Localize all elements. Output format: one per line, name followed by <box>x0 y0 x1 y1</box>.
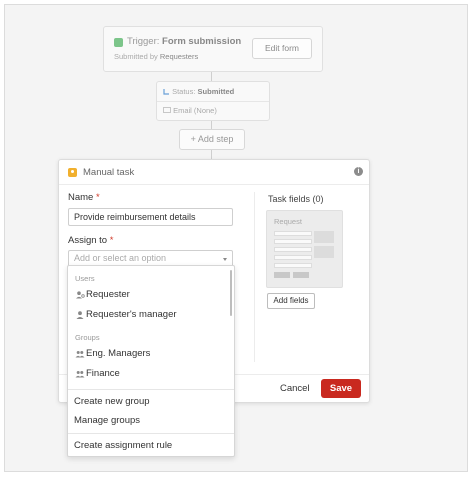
task-fields-title: Task fields (0) <box>268 194 324 204</box>
assign-to-label: Assign to * <box>68 235 114 246</box>
dropdown-item-create-assignment-rule[interactable]: Create assignment rule <box>68 437 228 455</box>
status-row: Status: Submitted <box>163 87 234 96</box>
preview-button <box>293 272 309 278</box>
dropdown-item-label: Create new group <box>74 396 150 407</box>
info-icon[interactable]: i <box>354 167 363 176</box>
dropdown-group-groups: Groups <box>75 333 100 342</box>
name-input[interactable]: Provide reimbursement details <box>68 208 233 226</box>
group-icon <box>75 351 85 358</box>
panel-header: Manual task i <box>59 160 369 185</box>
preview-line <box>274 263 312 268</box>
request-preview-title: Request <box>274 217 302 226</box>
request-form-preview: Request <box>266 210 343 288</box>
trigger-card[interactable]: Trigger: Form submission Submitted by Re… <box>103 26 323 72</box>
trigger-subtitle: Submitted by Requesters <box>114 52 199 61</box>
dropdown-item-label: Create assignment rule <box>74 440 173 451</box>
preview-line <box>274 255 312 260</box>
person-badge-icon <box>68 168 77 177</box>
status-icon <box>163 89 169 95</box>
status-card[interactable]: Status: Submitted Email (None) <box>156 81 270 121</box>
dropdown-item-label: Manage groups <box>74 415 141 426</box>
dropdown-separator <box>68 433 234 434</box>
preview-button <box>274 272 290 278</box>
dropdown-scrollbar[interactable] <box>230 270 232 316</box>
dropdown-item-create-new-group[interactable]: Create new group <box>68 393 228 411</box>
status-divider <box>157 101 269 102</box>
preview-block <box>314 231 334 243</box>
add-fields-button[interactable]: Add fields <box>267 293 315 309</box>
dropdown-item-label: Requester's manager <box>86 309 177 320</box>
group-icon <box>75 371 85 378</box>
mail-icon <box>163 107 171 113</box>
assign-to-dropdown: Users Requester Requester's manager Grou… <box>67 265 235 457</box>
person-icon <box>76 291 85 299</box>
bolt-icon <box>114 38 123 47</box>
panel-divider <box>254 192 255 362</box>
cancel-button[interactable]: Cancel <box>280 383 310 394</box>
preview-block <box>314 246 334 258</box>
dropdown-item-requesters-manager[interactable]: Requester's manager <box>68 306 228 324</box>
assign-to-placeholder: Add or select an option <box>74 253 167 263</box>
trigger-title: Trigger: Form submission <box>127 36 242 47</box>
preview-line <box>274 239 312 244</box>
add-step-button[interactable]: + Add step <box>179 129 245 150</box>
dropdown-item-manage-groups[interactable]: Manage groups <box>68 412 228 430</box>
preview-line <box>274 231 312 236</box>
dropdown-item-finance[interactable]: Finance <box>68 365 228 383</box>
email-row: Email (None) <box>163 106 217 115</box>
edit-form-button[interactable]: Edit form <box>252 38 312 59</box>
dropdown-item-label: Eng. Managers <box>86 348 151 359</box>
dropdown-separator <box>68 389 234 390</box>
workflow-canvas: Trigger: Form submission Submitted by Re… <box>4 4 468 472</box>
preview-line <box>274 247 312 252</box>
name-label: Name * <box>68 192 100 203</box>
dropdown-group-users: Users <box>75 274 95 283</box>
dropdown-item-requester[interactable]: Requester <box>68 286 228 304</box>
save-button[interactable]: Save <box>321 379 361 398</box>
dropdown-item-label: Finance <box>86 368 120 379</box>
dropdown-item-eng-managers[interactable]: Eng. Managers <box>68 345 228 363</box>
panel-title: Manual task <box>83 167 135 178</box>
dropdown-item-label: Requester <box>86 289 130 300</box>
person-icon <box>76 311 84 319</box>
chevron-down-icon <box>223 258 227 261</box>
